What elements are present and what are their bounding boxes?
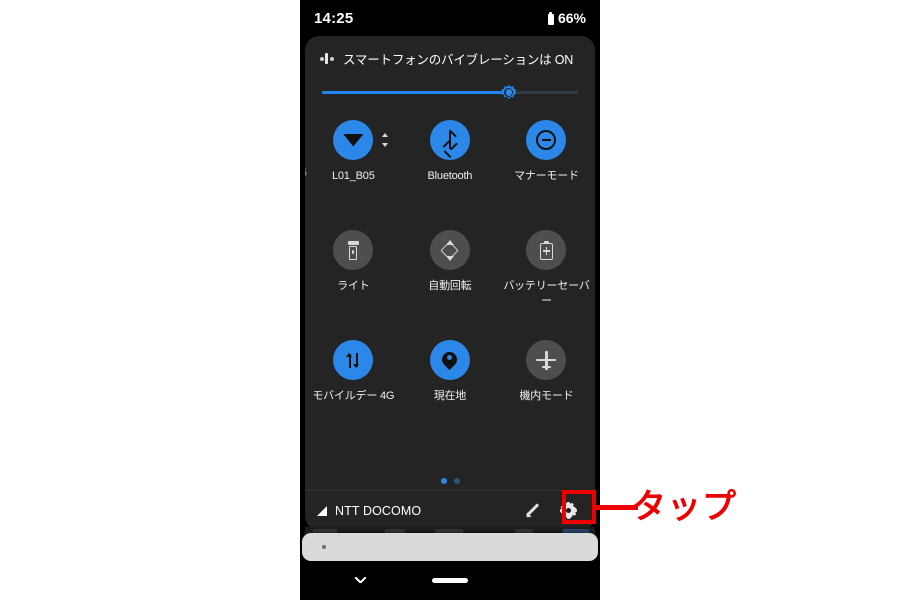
tile-row: モバイルデー 4G 現在地 機内モード: [305, 332, 595, 442]
tile-location[interactable]: 現在地: [402, 332, 499, 442]
wifi-detail-chevrons-icon: [380, 132, 388, 148]
page-dot-active[interactable]: [440, 478, 447, 484]
status-clock: 14:25: [314, 9, 354, 27]
tile-label-airplane-mode: 機内モード: [519, 390, 574, 402]
tile-row: 5 L01_B05: [305, 112, 595, 222]
vibration-banner: スマートフォンのバイブレーションは ON: [305, 36, 595, 68]
pencil-edit-icon[interactable]: [524, 502, 540, 520]
home-pill-icon[interactable]: [432, 578, 468, 583]
annotation-highlight-box: [562, 490, 596, 524]
quick-settings-panel: スマートフォンのバイブレーションは ON 5: [305, 36, 595, 530]
annotation-label: タップ: [632, 487, 737, 527]
tile-do-not-disturb[interactable]: マナーモード: [498, 112, 595, 222]
status-bar-right: 66%: [547, 10, 586, 26]
auto-rotate-icon[interactable]: [429, 230, 470, 270]
brightness-slider-fill: [322, 91, 509, 94]
tile-auto-rotate[interactable]: 自動回転: [402, 222, 499, 332]
flashlight-icon[interactable]: [333, 230, 374, 270]
location-pin-icon[interactable]: [429, 340, 470, 380]
vibration-icon: [319, 51, 334, 66]
tile-label-flashlight: ライト: [337, 280, 370, 292]
carrier-info: NTT DOCOMO: [317, 504, 524, 518]
battery-icon: [547, 11, 555, 25]
bluetooth-icon[interactable]: [429, 120, 470, 160]
tile-battery-saver[interactable]: バッテリーセーバー: [498, 222, 595, 332]
tile-label-battery-saver: バッテリーセーバー: [503, 280, 590, 307]
chevron-down-back-icon[interactable]: [354, 576, 367, 588]
navigation-bar: [300, 563, 600, 600]
caret-dot: [322, 545, 326, 549]
do-not-disturb-icon[interactable]: [526, 120, 567, 160]
airplane-icon[interactable]: [526, 340, 567, 380]
tile-bluetooth[interactable]: Bluetooth: [402, 112, 499, 222]
text-input-sheet[interactable]: [302, 533, 598, 561]
battery-saver-icon[interactable]: [526, 230, 567, 270]
tile-label-wifi: L01_B05: [331, 170, 375, 182]
mobile-data-icon[interactable]: [333, 340, 374, 380]
vibration-banner-label: スマートフォンのバイブレーションは ON: [343, 53, 574, 67]
tile-wifi[interactable]: L01_B05: [305, 112, 402, 222]
battery-percent: 66%: [557, 10, 586, 26]
screenshot-root: 14:25 66% スマートフォンのバイブレーションは ON L01_B05 B…: [0, 0, 900, 600]
signal-triangle-icon: [317, 505, 327, 516]
brightness-sun-icon[interactable]: [501, 85, 517, 100]
phone-screen: 14:25 66% スマートフォンのバイブレーションは ON L01_B05 B…: [300, 0, 600, 600]
tile-airplane-mode[interactable]: 機内モード: [498, 332, 595, 442]
status-bar: 14:25 66%: [300, 0, 600, 36]
carrier-name: NTT DOCOMO: [335, 503, 422, 518]
tile-label-location: 現在地: [433, 390, 467, 402]
tile-label-bluetooth: Bluetooth: [427, 170, 473, 182]
tile-row: ライト 自動回転 バッテリーセーバー: [305, 222, 595, 332]
page-indicator: [305, 478, 595, 484]
tile-mobile-data[interactable]: モバイルデー 4G: [305, 332, 402, 442]
tile-label-do-not-disturb: マナーモード: [514, 170, 579, 182]
tile-flashlight[interactable]: ライト: [305, 222, 402, 332]
brightness-slider[interactable]: [322, 82, 578, 102]
wifi-icon[interactable]: [333, 120, 388, 160]
page-dot[interactable]: [453, 478, 460, 484]
quick-settings-tiles: 5 L01_B05: [305, 112, 595, 442]
quick-settings-footer: NTT DOCOMO: [305, 490, 595, 530]
tile-label-auto-rotate: 自動回転: [428, 280, 472, 292]
tile-label-mobile-data: モバイルデー 4G: [312, 390, 395, 402]
